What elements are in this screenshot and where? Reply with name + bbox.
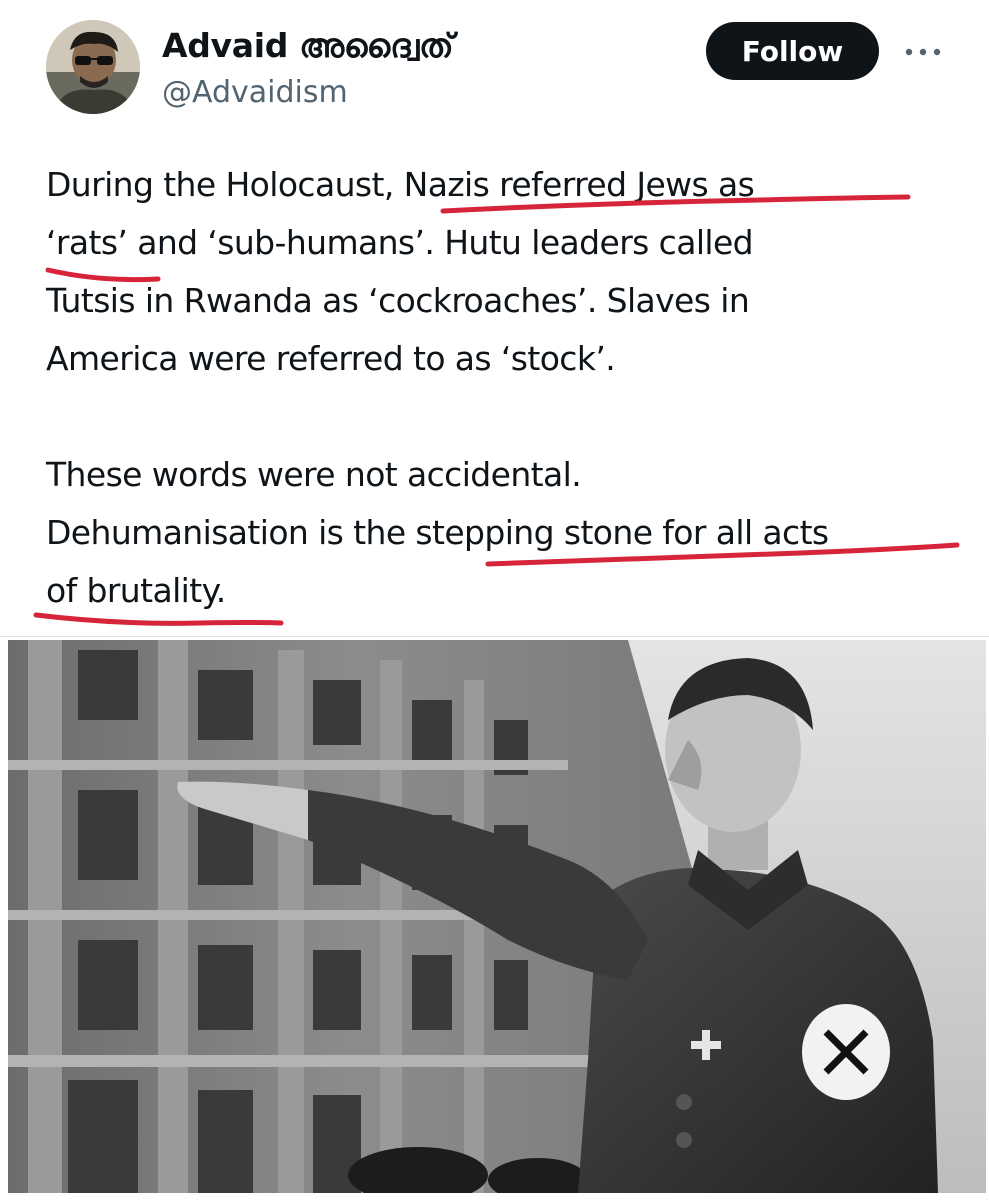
more-options-button[interactable] <box>898 30 948 74</box>
avatar[interactable] <box>46 20 140 114</box>
tweet-line: These words were not accidental. <box>46 455 582 494</box>
tweet-line: America were referred to as ‘stock’. <box>46 339 616 378</box>
tweet-line: During the Holocaust, Nazis referred Jew… <box>46 165 755 204</box>
tweet-line: Tutsis in Rwanda as ‘cockroaches’. Slave… <box>46 281 750 320</box>
divider <box>0 636 989 637</box>
more-horizontal-icon <box>905 48 941 56</box>
author-handle[interactable]: @Advaidism <box>162 75 348 110</box>
tweet-photo[interactable] <box>8 640 986 1193</box>
tweet-text: During the Holocaust, Nazis referred Jew… <box>46 156 966 620</box>
follow-button[interactable]: Follow <box>706 22 879 80</box>
tweet-line: Dehumanisation is the stepping stone for… <box>46 513 829 552</box>
author-display-name[interactable]: Advaid അദ്വൈത് <box>162 26 454 66</box>
tweet-line: ‘rats’ and ‘sub-humans’. Hutu leaders ca… <box>46 223 754 262</box>
tweet-line: of brutality. <box>46 571 226 610</box>
